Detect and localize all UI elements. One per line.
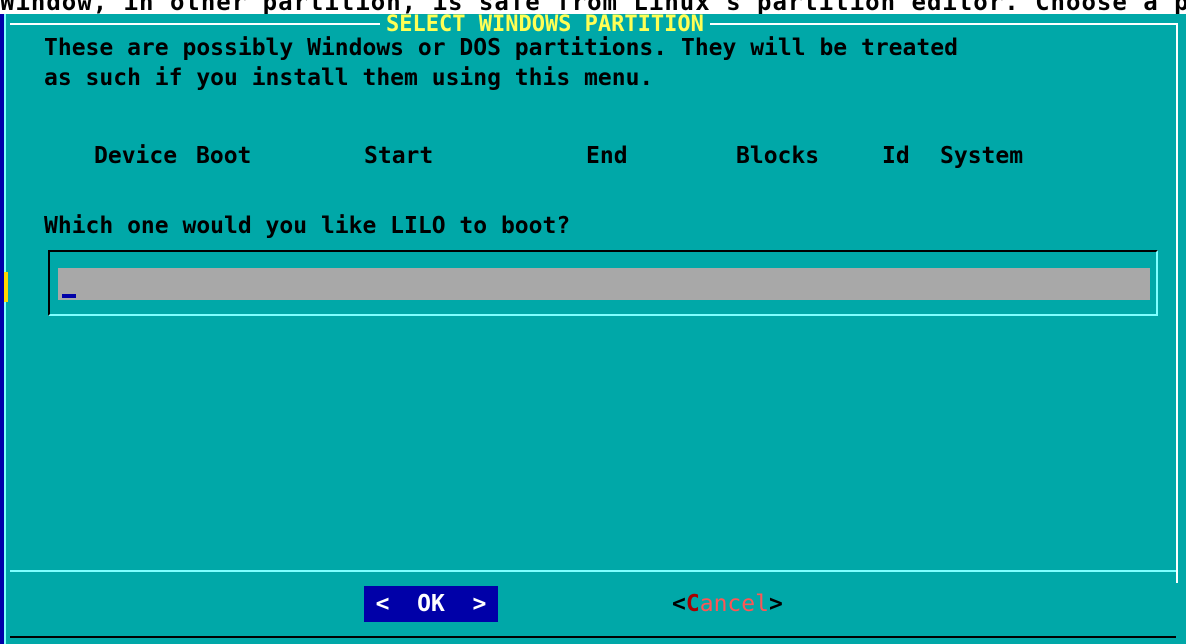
input-marker	[4, 272, 8, 302]
dialog-left-highlight	[4, 14, 6, 644]
cancel-hotkey: C	[685, 591, 700, 617]
column-device: Device	[94, 143, 178, 169]
button-separator	[10, 570, 1176, 572]
dialog-border-right	[1176, 23, 1178, 583]
description-line-2: as such if you install them using this m…	[44, 65, 654, 91]
dialog-border-bottom	[10, 636, 1176, 638]
partition-input[interactable]	[58, 268, 1150, 300]
text-cursor	[62, 294, 76, 298]
cancel-bracket-close: >	[768, 591, 783, 617]
column-start: Start	[364, 143, 434, 169]
terminal-screen: Window, in other partition, is safe from…	[0, 0, 1186, 644]
description-line-1: These are possibly Windows or DOS partit…	[44, 35, 958, 61]
cancel-button[interactable]: <Cancel>	[672, 586, 783, 622]
column-id: Id	[882, 143, 910, 169]
lilo-boot-prompt: Which one would you like LILO to boot?	[44, 213, 571, 239]
cancel-label-rest: ancel	[699, 591, 769, 617]
ok-button[interactable]: < OK >	[364, 586, 498, 622]
select-windows-partition-dialog: SELECT WINDOWS PARTITION These are possi…	[0, 14, 1186, 644]
cancel-bracket-open: <	[672, 591, 686, 617]
column-end: End	[586, 143, 628, 169]
column-blocks: Blocks	[736, 143, 820, 169]
column-system: System	[940, 143, 1024, 169]
column-boot: Boot	[196, 143, 252, 169]
